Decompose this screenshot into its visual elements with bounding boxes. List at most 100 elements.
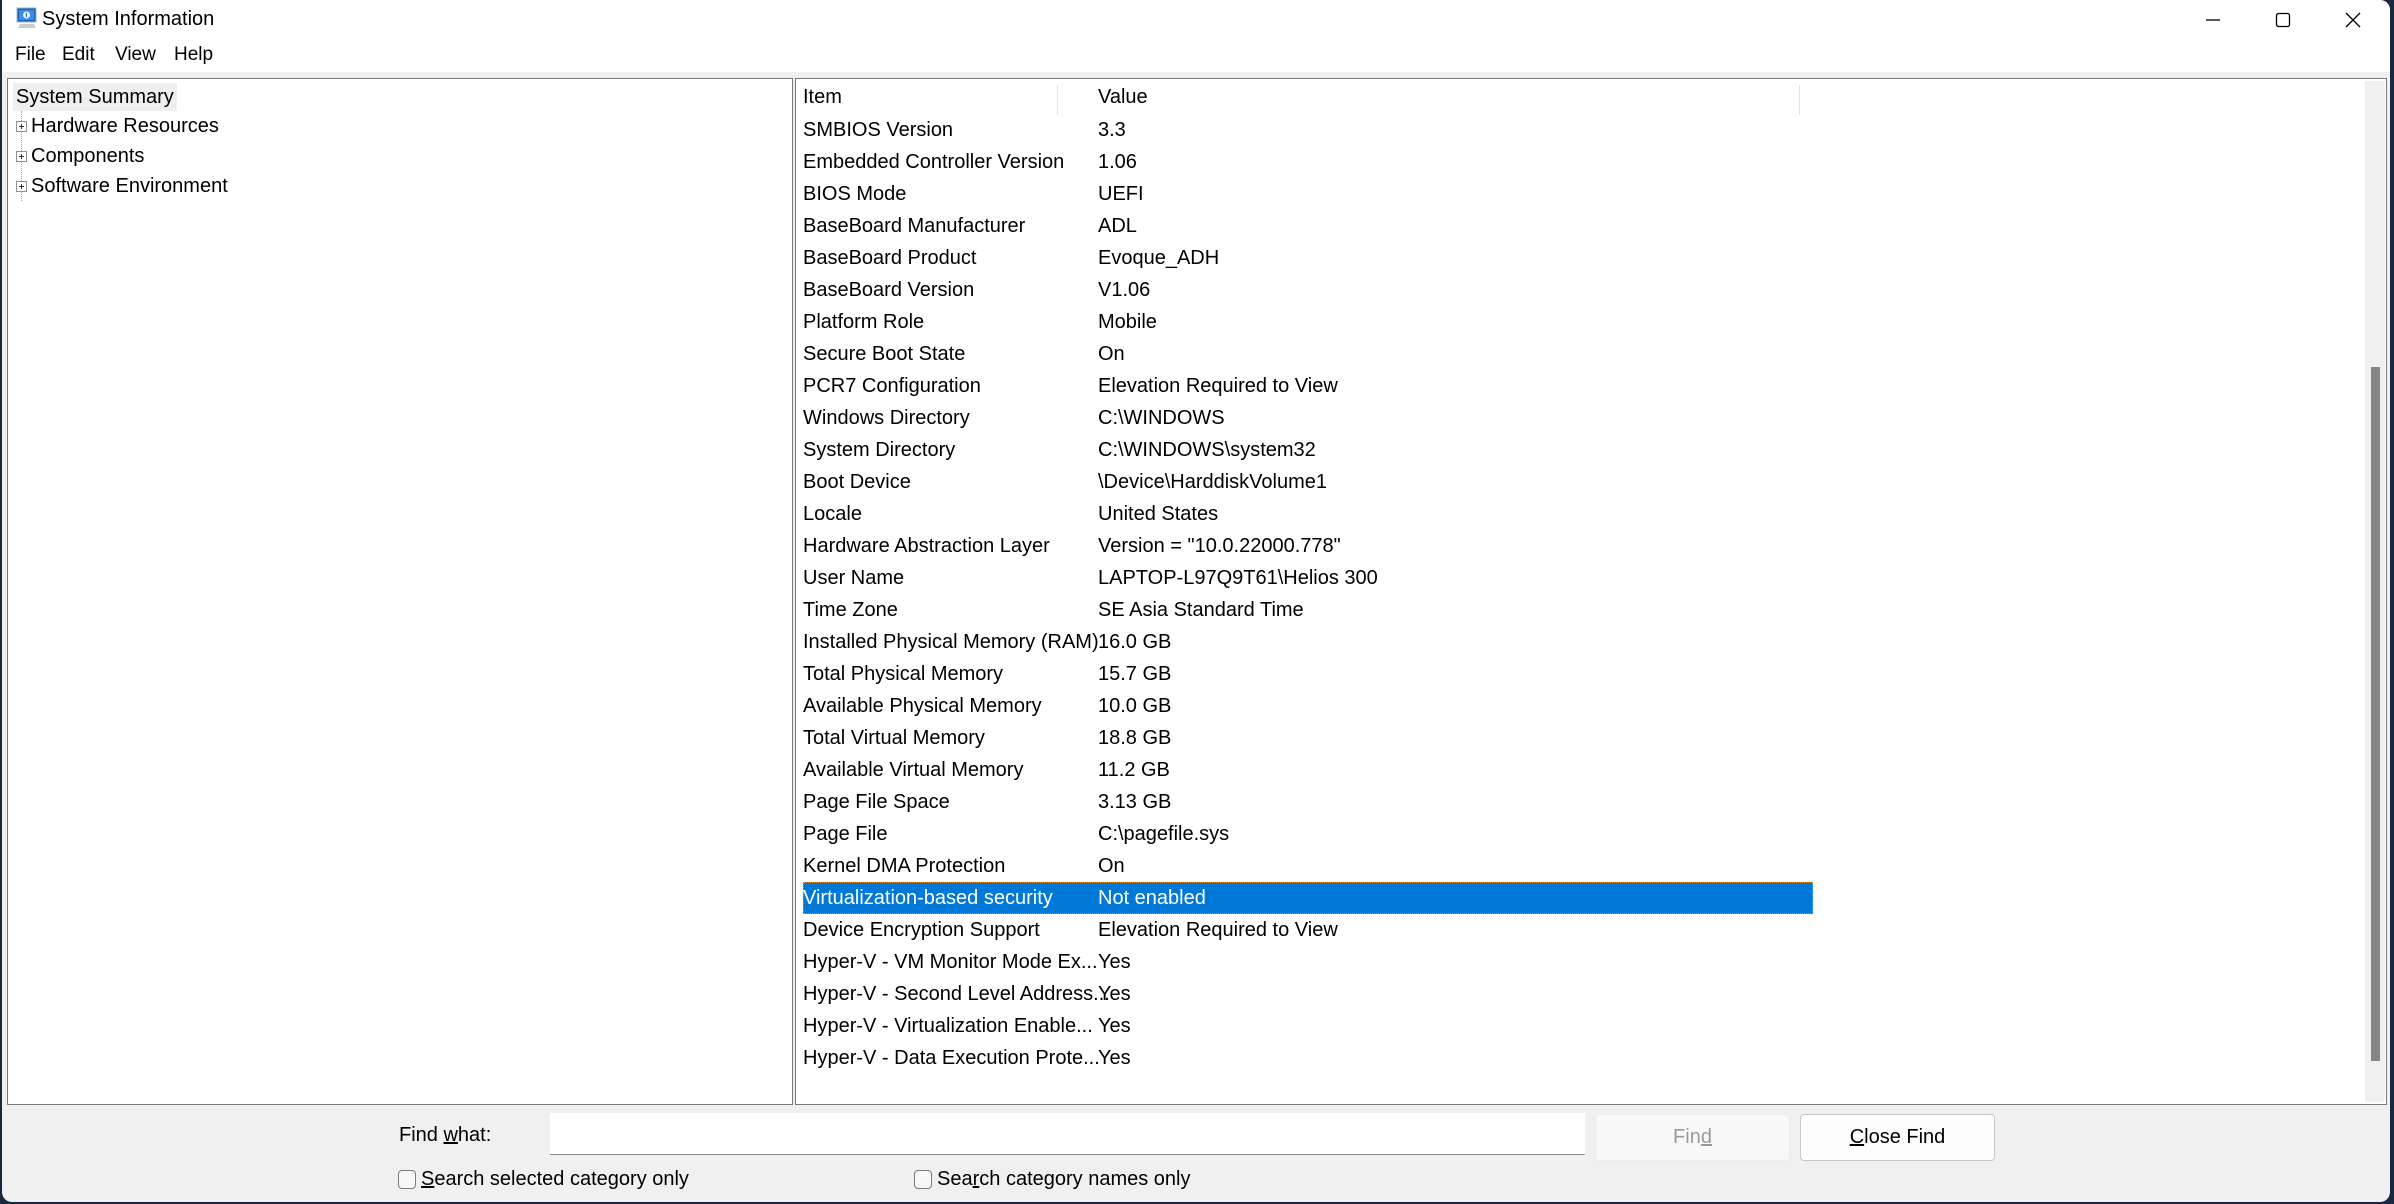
list-row[interactable]: SMBIOS Version 3.3 — [803, 114, 1813, 146]
row-item: Hyper-V - Data Execution Prote... — [803, 1047, 1100, 1069]
minimize-icon — [2206, 19, 2220, 21]
row-value: Mobile — [1098, 311, 1157, 333]
checkbox-box[interactable] — [914, 1170, 932, 1189]
list-row[interactable]: Embedded Controller Version 1.06 — [803, 146, 1813, 178]
expand-plus-icon[interactable] — [16, 150, 27, 162]
list-row[interactable]: BaseBoard Version V1.06 — [803, 274, 1813, 306]
row-item: SMBIOS Version — [803, 119, 954, 141]
list-row[interactable]: Windows Directory C:\WINDOWS — [803, 402, 1813, 434]
list-row[interactable]: BIOS Mode UEFI — [803, 178, 1813, 210]
list-row[interactable]: Secure Boot State On — [803, 338, 1813, 370]
list-row[interactable]: Available Physical Memory 10.0 GB — [803, 690, 1813, 722]
row-value: Elevation Required to View — [1098, 375, 1338, 397]
row-item: Platform Role — [803, 311, 925, 333]
search-category-names-checkbox[interactable]: Search category names only — [914, 1168, 1191, 1191]
row-item: Device Encryption Support — [803, 919, 1040, 941]
list-row[interactable]: Hyper-V - Second Level Address... Yes — [803, 978, 1813, 1010]
tree-item-label: Software Environment — [31, 175, 228, 197]
close-icon — [2345, 12, 2361, 28]
scrollbar-thumb[interactable] — [2371, 366, 2380, 1062]
list-row[interactable]: Virtualization-based security Not enabled — [803, 882, 1813, 914]
row-value: 10.0 GB — [1098, 695, 1172, 717]
list-row[interactable]: Hyper-V - Virtualization Enable... Yes — [803, 1010, 1813, 1042]
minimize-button[interactable] — [2178, 0, 2248, 40]
menu-edit[interactable]: Edit — [60, 44, 97, 66]
maximize-button[interactable] — [2248, 0, 2318, 40]
row-item: BaseBoard Version — [803, 279, 975, 301]
tree-item-label: Components — [31, 145, 145, 167]
row-item: PCR7 Configuration — [803, 375, 981, 397]
expand-plus-icon[interactable] — [16, 120, 27, 132]
row-item: Hyper-V - Virtualization Enable... — [803, 1015, 1093, 1037]
row-item: Locale — [803, 503, 862, 525]
row-item: Secure Boot State — [803, 343, 966, 365]
find-what-label: Find what: — [399, 1124, 492, 1146]
list-row[interactable]: BaseBoard Manufacturer ADL — [803, 210, 1813, 242]
column-header-item[interactable]: Item — [803, 81, 842, 113]
row-value: Version = "10.0.22000.778" — [1098, 535, 1341, 557]
list-row[interactable]: Platform Role Mobile — [803, 306, 1813, 338]
row-value: Yes — [1098, 1047, 1131, 1069]
list-row[interactable]: Total Virtual Memory 18.8 GB — [803, 722, 1813, 754]
menu-bar: File Edit View Help — [2, 40, 2390, 72]
menu-view[interactable]: View — [113, 44, 158, 66]
column-header-value[interactable]: Value — [1098, 81, 1148, 113]
row-value: C:\WINDOWS — [1098, 407, 1225, 429]
list-row[interactable]: Page File Space 3.13 GB — [803, 786, 1813, 818]
row-value: C:\WINDOWS\system32 — [1098, 439, 1316, 461]
column-divider[interactable] — [1799, 85, 1800, 115]
list-row[interactable]: Kernel DMA Protection On — [803, 850, 1813, 882]
row-value: Yes — [1098, 983, 1131, 1005]
close-find-button[interactable]: Close Find — [1800, 1114, 1995, 1161]
row-item: Available Virtual Memory — [803, 759, 1024, 781]
list-row[interactable]: PCR7 Configuration Elevation Required to … — [803, 370, 1813, 402]
search-selected-category-checkbox[interactable]: Search selected category only — [398, 1168, 689, 1191]
menu-help[interactable]: Help — [172, 44, 215, 66]
row-value: SE Asia Standard Time — [1098, 599, 1304, 621]
list-row[interactable]: Installed Physical Memory (RAM) 16.0 GB — [803, 626, 1813, 658]
window-title: System Information — [42, 8, 215, 30]
category-tree[interactable]: System Summary Hardware Resources Compon… — [7, 78, 793, 1105]
tree-item-system-summary[interactable]: System Summary — [13, 83, 177, 111]
list-row[interactable]: Hyper-V - VM Monitor Mode Ex... Yes — [803, 946, 1813, 978]
list-row[interactable]: Device Encryption Support Elevation Requi… — [803, 914, 1813, 946]
row-value: C:\pagefile.sys — [1098, 823, 1230, 845]
tree-item-hardware-resources[interactable]: Hardware Resources — [16, 112, 219, 140]
list-row[interactable]: Total Physical Memory 15.7 GB — [803, 658, 1813, 690]
column-divider[interactable] — [1057, 85, 1058, 115]
row-value: 15.7 GB — [1098, 663, 1172, 685]
row-item: Embedded Controller Version — [803, 151, 1065, 173]
find-what-input[interactable] — [550, 1113, 1585, 1155]
expand-plus-icon[interactable] — [16, 180, 27, 192]
list-row[interactable]: Page File C:\pagefile.sys — [803, 818, 1813, 850]
tree-item-components[interactable]: Components — [16, 142, 144, 170]
row-value: 3.13 GB — [1098, 791, 1172, 813]
list-row[interactable]: Hyper-V - Data Execution Prote... Yes — [803, 1042, 1813, 1074]
row-item: BaseBoard Product — [803, 247, 977, 269]
checkbox-box[interactable] — [398, 1170, 416, 1189]
row-value: \Device\HarddiskVolume1 — [1098, 471, 1327, 493]
list-row[interactable]: Boot Device \Device\HarddiskVolume1 — [803, 466, 1813, 498]
details-list[interactable]: Item Value SMBIOS Version 3.3 Embedded Con… — [795, 78, 2387, 1105]
list-row[interactable]: System Directory C:\WINDOWS\system32 — [803, 434, 1813, 466]
list-row[interactable]: Locale United States — [803, 498, 1813, 530]
tree-item-label: Hardware Resources — [31, 115, 219, 137]
row-item: System Directory — [803, 439, 956, 461]
menu-file[interactable]: File — [13, 44, 48, 66]
vertical-scrollbar[interactable] — [2365, 81, 2385, 1102]
list-row[interactable]: Available Virtual Memory 11.2 GB — [803, 754, 1813, 786]
row-item: Total Physical Memory — [803, 663, 1004, 685]
close-button[interactable] — [2318, 0, 2388, 40]
find-button[interactable]: Fin d — [1595, 1114, 1790, 1161]
list-row[interactable]: Time Zone SE Asia Standard Time — [803, 594, 1813, 626]
row-value: Not enabled — [1098, 887, 1206, 909]
list-row[interactable]: BaseBoard Product Evoque_ADH — [803, 242, 1813, 274]
list-row[interactable]: User Name LAPTOP-L97Q9T61\Helios 300 — [803, 562, 1813, 594]
row-value: 16.0 GB — [1098, 631, 1172, 653]
row-item: Windows Directory — [803, 407, 970, 429]
row-item: Virtualization-based security — [803, 887, 1053, 909]
row-item: BaseBoard Manufacturer — [803, 215, 1026, 237]
row-item: User Name — [803, 567, 905, 589]
list-row[interactable]: Hardware Abstraction Layer Version = "10.… — [803, 530, 1813, 562]
tree-item-software-environment[interactable]: Software Environment — [16, 172, 228, 200]
